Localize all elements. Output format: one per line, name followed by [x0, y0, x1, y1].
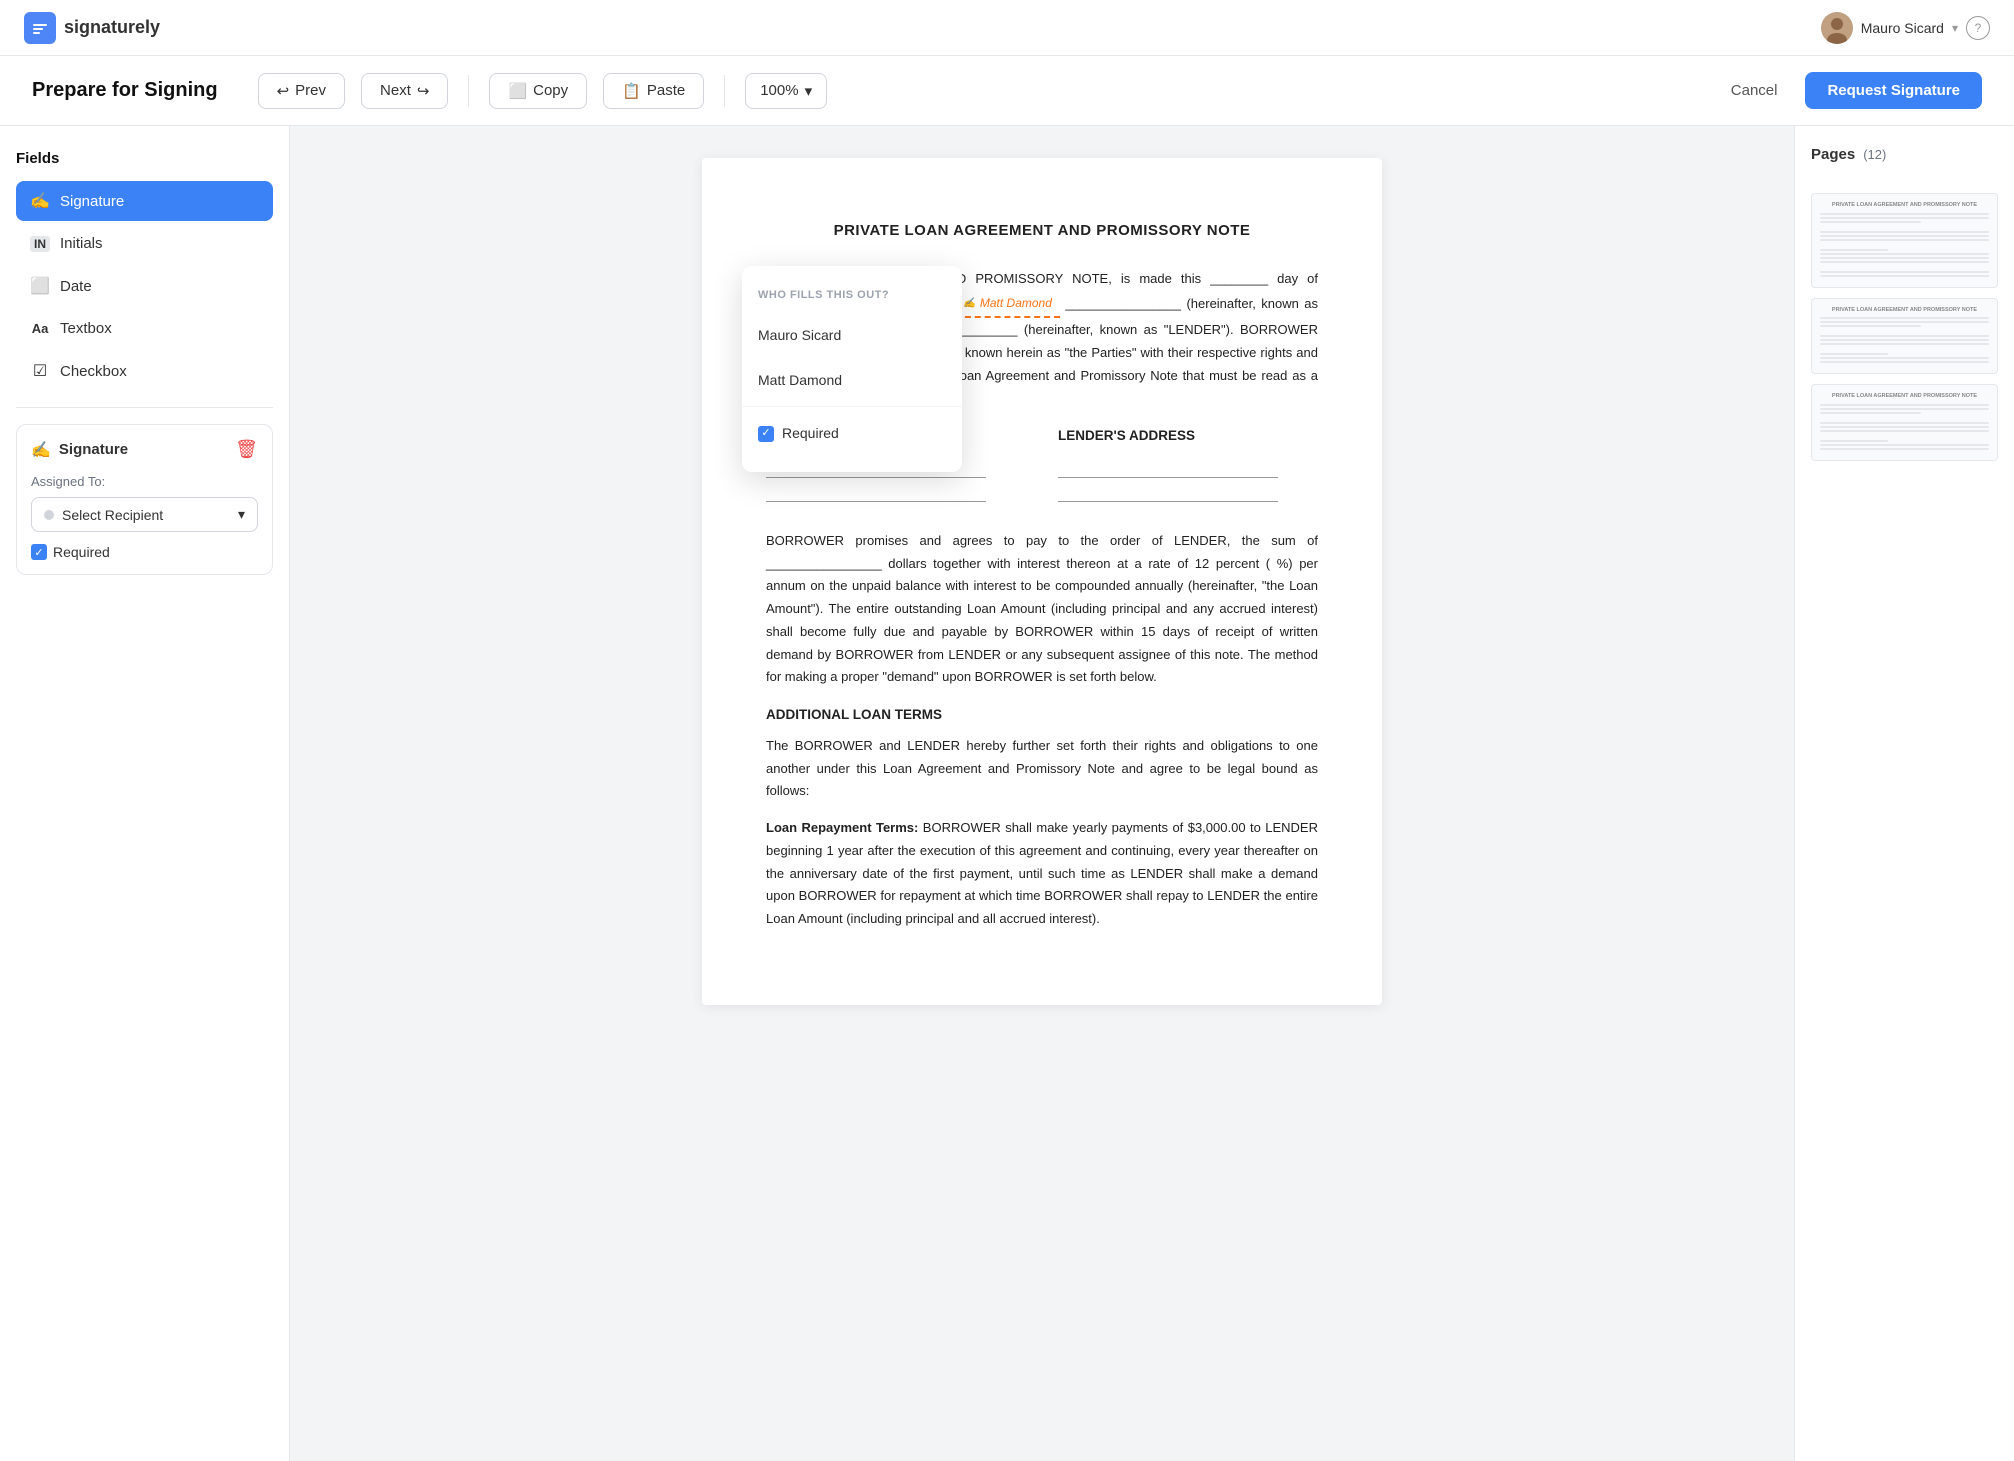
copy-icon: ⬜ — [508, 82, 527, 100]
textbox-icon: Aa — [30, 321, 50, 336]
zoom-control[interactable]: 100% ▾ — [745, 73, 827, 109]
date-icon: ⬜ — [30, 276, 50, 296]
sidebar: Fields ✍ Signature IN Initials ⬜ Date Aa… — [0, 126, 290, 1461]
next-button[interactable]: Next ↪ — [361, 73, 448, 109]
sidebar-item-textbox[interactable]: Aa Textbox — [16, 310, 273, 347]
username: Mauro Sicard — [1861, 20, 1944, 36]
signature-field-matt[interactable]: ✍ Matt Damond — [955, 291, 1059, 318]
page-thumb-2[interactable]: PRIVATE LOAN AGREEMENT AND PROMISSORY NO… — [1811, 298, 1998, 375]
page-thumb-3[interactable]: PRIVATE LOAN AGREEMENT AND PROMISSORY NO… — [1811, 384, 1998, 461]
sidebar-item-signature[interactable]: ✍ Signature — [16, 181, 273, 221]
top-nav: signaturely Mauro Sicard ▾ ? — [0, 0, 2014, 56]
request-signature-button[interactable]: Request Signature — [1805, 72, 1982, 109]
doc-repayment-text: Loan Repayment Terms: BORROWER shall mak… — [766, 817, 1318, 931]
app-name: signaturely — [64, 17, 160, 38]
who-fills-popup: WHO FILLS THIS OUT? Mauro Sicard Matt Da… — [742, 266, 962, 472]
zoom-chevron-icon: ▾ — [805, 82, 813, 100]
lender-address-col: LENDER'S ADDRESS — [1058, 424, 1318, 514]
delete-signature-button[interactable]: 🗑 — [235, 439, 258, 460]
page-title: Prepare for Signing — [32, 79, 218, 102]
lender-address-block — [1058, 460, 1318, 502]
dropdown-chevron-icon: ▾ — [238, 506, 245, 523]
required-checkbox[interactable]: Required — [31, 544, 258, 560]
next-icon: ↪ — [417, 82, 430, 100]
loan-repayment-body: BORROWER shall make yearly payments of $… — [766, 820, 1318, 926]
signature-panel: ✍ Signature 🗑 Assigned To: Select Recipi… — [16, 424, 273, 575]
lender-address-line-1 — [1058, 460, 1278, 478]
toolbar: Prepare for Signing ↩ Prev Next ↪ ⬜ Copy… — [0, 56, 2014, 126]
help-icon[interactable]: ? — [1966, 16, 1990, 40]
doc-promise-text: BORROWER promises and agrees to pay to t… — [766, 530, 1318, 689]
doc-additional-text: The BORROWER and LENDER hereby further s… — [766, 735, 1318, 803]
lender-address-title: LENDER'S ADDRESS — [1058, 424, 1318, 448]
doc-body: THIS LOAN AGREEMENT AND PROMISSORY NOTE,… — [766, 268, 1318, 931]
popup-divider — [742, 406, 962, 407]
separator-2 — [724, 75, 725, 107]
prev-button[interactable]: ↩ Prev — [258, 73, 345, 109]
initials-icon: IN — [30, 236, 50, 252]
popup-item-matt[interactable]: Matt Damond — [742, 358, 962, 403]
loan-repayment-title: Loan Repayment Terms: — [766, 820, 918, 835]
sig-panel-header: ✍ Signature 🗑 — [31, 439, 258, 460]
date-label: Date — [60, 278, 92, 295]
copy-button[interactable]: ⬜ Copy — [489, 73, 587, 109]
popup-item-mauro[interactable]: Mauro Sicard — [742, 313, 962, 358]
logo-area: signaturely — [24, 12, 160, 44]
separator-1 — [468, 75, 469, 107]
sidebar-item-checkbox[interactable]: ☑ Checkbox — [16, 351, 273, 391]
checkbox-icon: ☑ — [30, 361, 50, 381]
signature-icon: ✍ — [30, 191, 50, 211]
avatar — [1821, 12, 1853, 44]
prev-icon: ↩ — [277, 82, 290, 100]
recipient-dot — [44, 510, 54, 520]
check-icon — [31, 544, 47, 560]
textbox-label: Textbox — [60, 320, 112, 337]
popup-check-icon — [758, 426, 774, 442]
doc-title: PRIVATE LOAN AGREEMENT AND PROMISSORY NO… — [766, 218, 1318, 244]
signature-label: Signature — [60, 193, 124, 210]
sidebar-item-date[interactable]: ⬜ Date — [16, 266, 273, 306]
sig-panel-title: ✍ Signature — [31, 440, 128, 460]
checkbox-label: Checkbox — [60, 363, 127, 380]
popup-section-label: WHO FILLS THIS OUT? — [742, 282, 962, 313]
doc-area[interactable]: PRIVATE LOAN AGREEMENT AND PROMISSORY NO… — [290, 126, 1794, 1461]
pages-panel: Pages (12) PRIVATE LOAN AGREEMENT AND PR… — [1794, 126, 2014, 1461]
page-thumb-1[interactable]: PRIVATE LOAN AGREEMENT AND PROMISSORY NO… — [1811, 193, 1998, 288]
paste-button[interactable]: 📋 Paste — [603, 73, 704, 109]
sidebar-item-initials[interactable]: IN Initials — [16, 225, 273, 262]
initials-label: Initials — [60, 235, 103, 252]
main-area: Fields ✍ Signature IN Initials ⬜ Date Aa… — [0, 126, 2014, 1461]
additional-terms-title: ADDITIONAL LOAN TERMS — [766, 703, 1318, 727]
address-line-2 — [766, 484, 986, 502]
lender-address-line-2 — [1058, 484, 1278, 502]
select-recipient-dropdown[interactable]: Select Recipient ▾ — [31, 497, 258, 532]
user-area[interactable]: Mauro Sicard ▾ ? — [1821, 12, 1990, 44]
sidebar-divider — [16, 407, 273, 408]
cancel-button[interactable]: Cancel — [1719, 74, 1790, 107]
pages-title: Pages — [1811, 146, 1855, 163]
document-paper: PRIVATE LOAN AGREEMENT AND PROMISSORY NO… — [702, 158, 1382, 1005]
popup-required-checkbox[interactable]: Required — [742, 411, 962, 456]
chevron-down-icon: ▾ — [1952, 21, 1958, 35]
pages-count: (12) — [1863, 147, 1886, 162]
sig-panel-icon: ✍ — [31, 440, 51, 460]
paste-icon: 📋 — [622, 82, 641, 100]
fields-title: Fields — [16, 150, 273, 167]
logo-icon — [24, 12, 56, 44]
assigned-to-label: Assigned To: — [31, 474, 258, 489]
